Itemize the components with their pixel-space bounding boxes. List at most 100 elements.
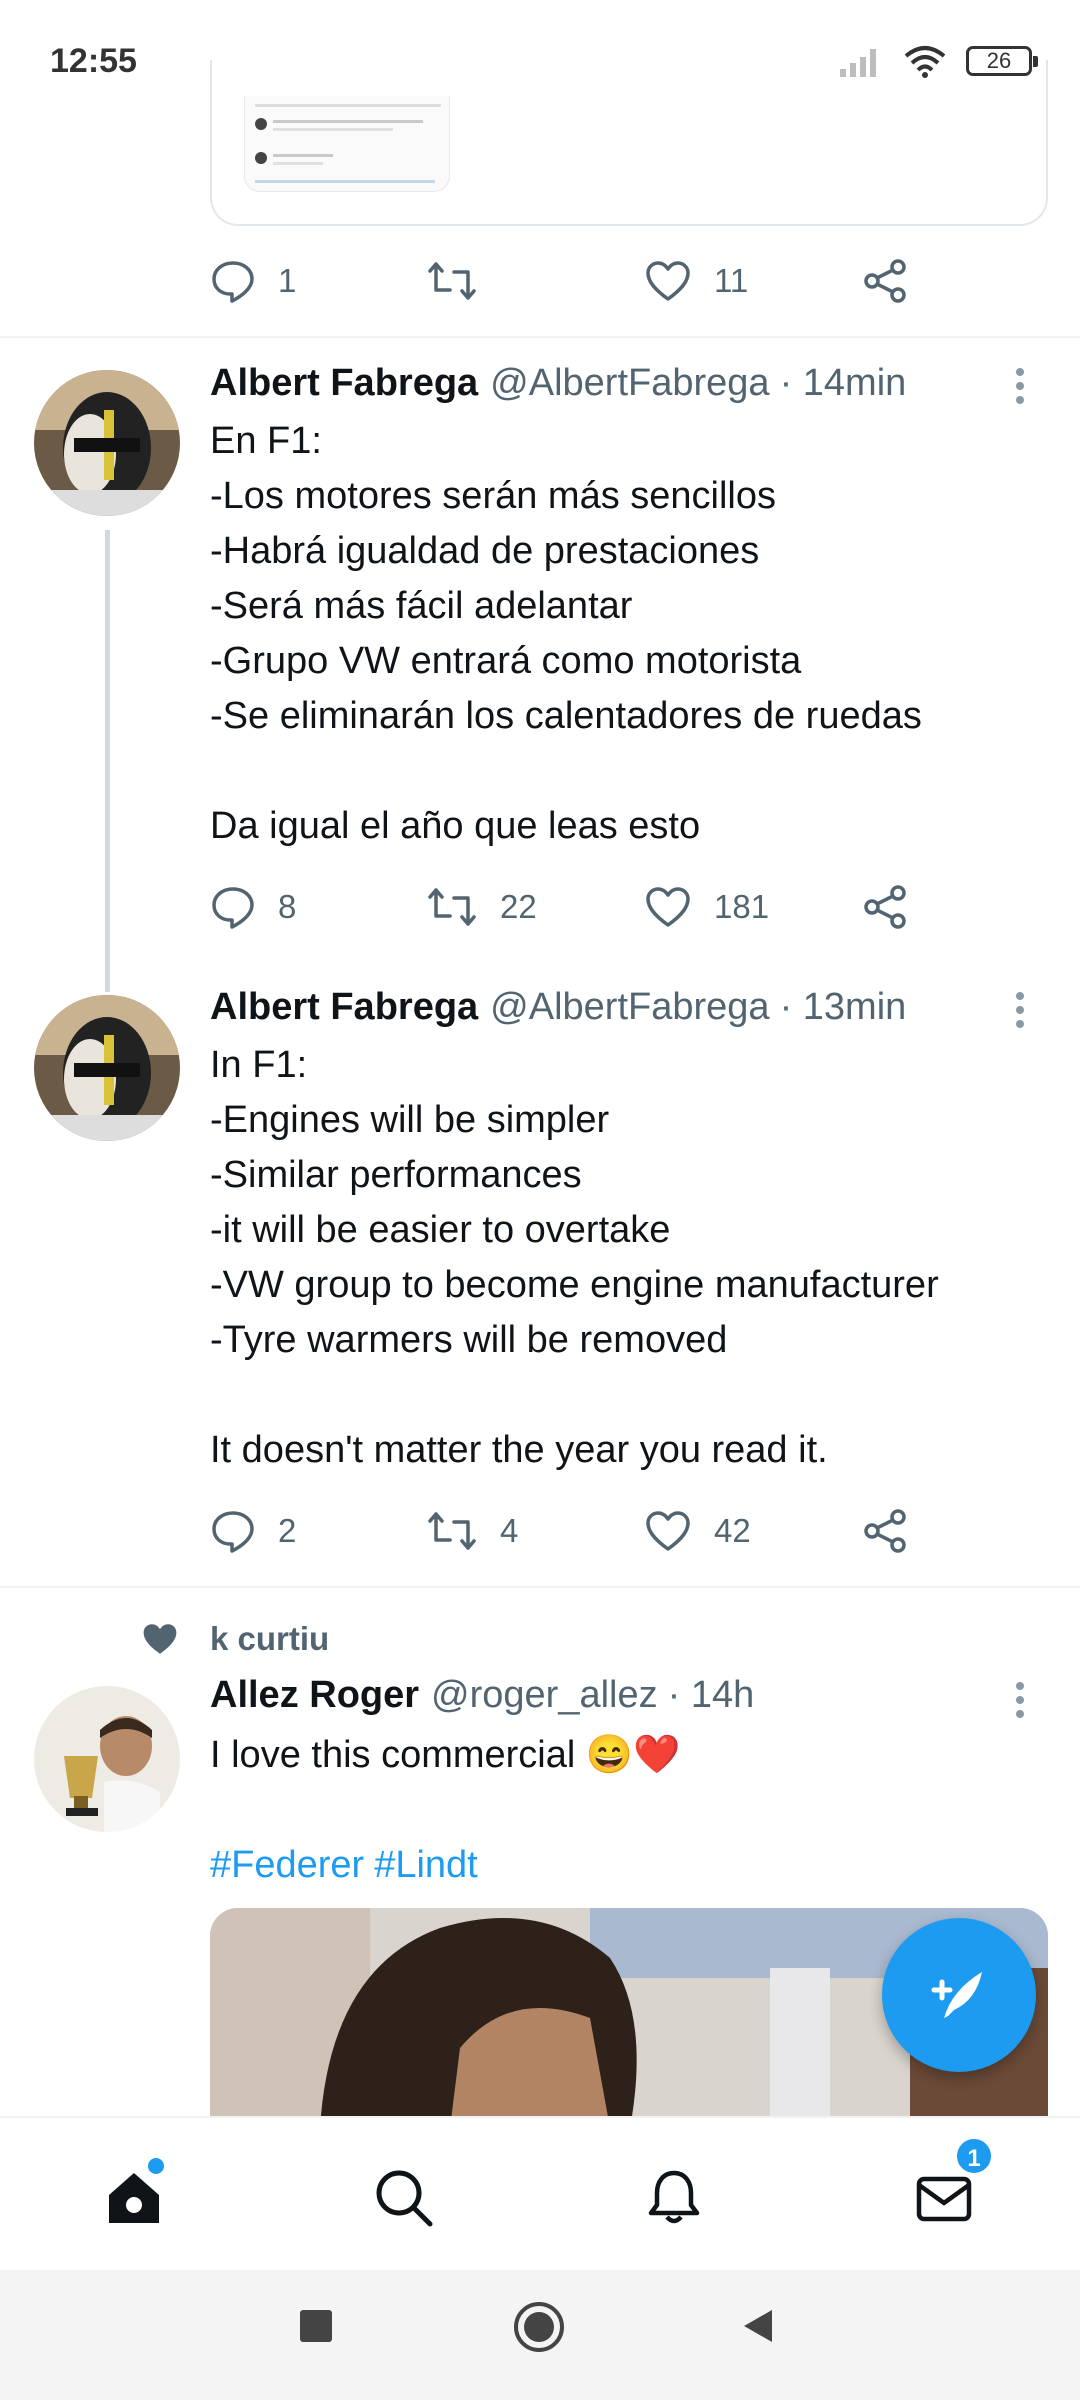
- avatar[interactable]: [34, 370, 180, 516]
- tweet-header: Albert Fabrega @AlbertFabrega · 14min: [210, 362, 906, 405]
- like-count: 11: [714, 262, 749, 299]
- system-nav-bar: [0, 2270, 1080, 2400]
- share-icon: [864, 885, 906, 929]
- tweet-line: -Se eliminarán los calentadores de rueda…: [210, 695, 922, 737]
- circle-icon: [514, 2302, 564, 2352]
- twitter-timeline: 12:55 26 1 11 Albert Fabrega @AlbertFabr…: [0, 0, 1080, 2400]
- like-button[interactable]: 11: [644, 256, 748, 306]
- retweet-icon: [428, 888, 476, 926]
- heart-filled-icon: [143, 1624, 177, 1654]
- tweet-line: En F1:: [210, 420, 322, 462]
- retweet-count: 4: [500, 1512, 519, 1549]
- retweet-icon: [428, 262, 476, 300]
- tweet-actions: 8 22 181: [210, 882, 930, 932]
- tweet-line: -Los motores serán más sencillos: [210, 475, 776, 517]
- like-button[interactable]: 42: [644, 1506, 751, 1556]
- more-options-icon[interactable]: [1016, 1682, 1026, 1718]
- tweet-line: -Tyre warmers will be removed: [210, 1319, 728, 1361]
- reply-icon: [212, 887, 254, 929]
- reply-count: 8: [278, 888, 297, 925]
- divider: [0, 336, 1080, 338]
- reply-button[interactable]: 2: [210, 1506, 296, 1556]
- nav-notifications[interactable]: [634, 2158, 714, 2238]
- prev-tweet-actions: 1 11: [210, 256, 930, 306]
- home-icon: [109, 2173, 159, 2223]
- heart-icon: [646, 1511, 690, 1551]
- tweet-header: Allez Roger @roger_allez · 14h: [210, 1674, 754, 1717]
- reply-button[interactable]: 1: [210, 256, 296, 306]
- share-button[interactable]: [862, 256, 908, 306]
- messages-icon: [916, 2176, 972, 2222]
- avatar[interactable]: [34, 1686, 180, 1832]
- display-name[interactable]: Allez Roger: [210, 1674, 419, 1717]
- social-context-label[interactable]: k curtiu: [210, 1620, 329, 1658]
- notifications-icon: [648, 2170, 700, 2224]
- messages-badge: 1: [954, 2136, 994, 2176]
- tweet-line: -Engines will be simpler: [210, 1099, 610, 1141]
- heart-icon: [646, 887, 690, 927]
- share-icon: [864, 259, 906, 303]
- compose-feather-icon: [931, 1972, 982, 2018]
- avatar[interactable]: [34, 995, 180, 1141]
- retweet-button[interactable]: [426, 256, 500, 306]
- handle[interactable]: @AlbertFabrega: [490, 986, 769, 1029]
- nav-home[interactable]: [94, 2158, 174, 2238]
- retweet-button[interactable]: 4: [426, 1506, 518, 1556]
- display-name[interactable]: Albert Fabrega: [210, 362, 478, 405]
- tweet-line: Da igual el año que leas esto: [210, 805, 701, 847]
- like-count: 42: [714, 1512, 751, 1549]
- retweet-icon: [428, 1512, 476, 1550]
- search-icon: [376, 2170, 433, 2227]
- tweet-header: Albert Fabrega @AlbertFabrega · 13min: [210, 986, 906, 1029]
- tweet-line: -Habrá igualdad de prestaciones: [210, 530, 760, 572]
- thread-line: [105, 530, 110, 992]
- tweet-line: It doesn't matter the year you read it.: [210, 1429, 828, 1471]
- reply-icon: [212, 261, 254, 303]
- back-triangle-icon: [744, 2310, 772, 2342]
- like-button[interactable]: 181: [644, 882, 769, 932]
- square-icon: [300, 2310, 332, 2342]
- reply-icon: [212, 1511, 254, 1553]
- share-button[interactable]: [862, 882, 908, 932]
- tweet-text[interactable]: I love this commercial 😄❤️ #Federer #Lind…: [210, 1728, 1030, 1893]
- home-system-button[interactable]: [512, 2300, 566, 2359]
- retweet-count: 22: [500, 888, 537, 925]
- share-icon: [864, 1509, 906, 1553]
- reply-count: 1: [278, 262, 297, 299]
- timestamp: · 13min: [779, 986, 907, 1028]
- heart-icon: [646, 261, 690, 301]
- more-options-icon[interactable]: [1016, 368, 1026, 404]
- tweet-line: -Similar performances: [210, 1154, 582, 1196]
- tweet-line: [210, 1368, 1030, 1423]
- timestamp: · 14h: [667, 1674, 755, 1716]
- handle[interactable]: @AlbertFabrega: [490, 362, 769, 405]
- tweet-line: [210, 744, 1030, 799]
- reply-button[interactable]: 8: [210, 882, 296, 932]
- nav-search[interactable]: [364, 2158, 444, 2238]
- tweet-text[interactable]: En F1: -Los motores serán más sencillos …: [210, 414, 1030, 854]
- tweet-line: -VW group to become engine manufacturer: [210, 1264, 939, 1306]
- timestamp: · 14min: [779, 362, 907, 404]
- handle[interactable]: @roger_allez: [431, 1674, 658, 1717]
- hashtag-link[interactable]: #Federer: [210, 1844, 364, 1886]
- tweet-line: -Será más fácil adelantar: [210, 585, 633, 627]
- retweet-button[interactable]: 22: [426, 882, 537, 932]
- tweet-line: In F1:: [210, 1044, 308, 1086]
- nav-messages[interactable]: 1: [904, 2136, 994, 2238]
- status-time: 12:55: [50, 42, 137, 80]
- tweet-actions: 2 4 42: [210, 1506, 930, 1556]
- quoted-tweet-thumbnail[interactable]: [244, 96, 450, 192]
- display-name[interactable]: Albert Fabrega: [210, 986, 478, 1029]
- back-button[interactable]: [738, 2306, 778, 2351]
- recent-apps-button[interactable]: [296, 2306, 336, 2351]
- hashtag-link[interactable]: #Lindt: [374, 1844, 478, 1886]
- more-options-icon[interactable]: [1016, 992, 1026, 1028]
- home-new-dot: [148, 2158, 164, 2174]
- hashtags: #Federer #Lindt: [210, 1838, 1030, 1893]
- bottom-nav: 1: [0, 2116, 1080, 2270]
- compose-tweet-button[interactable]: [882, 1918, 1036, 2072]
- tweet-text[interactable]: In F1: -Engines will be simpler -Similar…: [210, 1038, 1030, 1478]
- tweet-line: I love this commercial 😄❤️: [210, 1734, 681, 1776]
- tweet-line: -it will be easier to overtake: [210, 1209, 671, 1251]
- share-button[interactable]: [862, 1506, 908, 1556]
